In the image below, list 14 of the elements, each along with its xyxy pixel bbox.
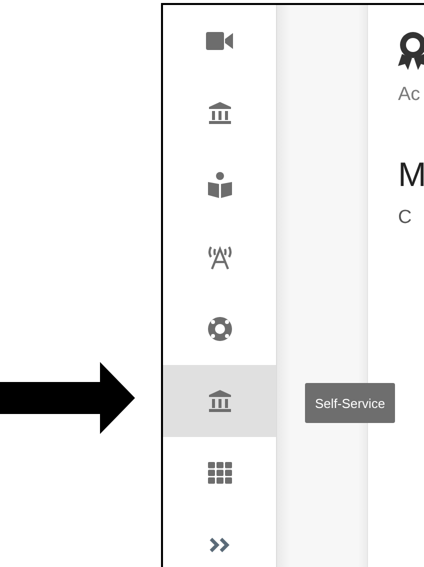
award-ribbon-icon (398, 32, 424, 70)
sidebar-item[interactable] (163, 365, 276, 437)
video-camera-icon (206, 31, 234, 51)
subtitle: Ac (398, 84, 420, 106)
heading: M (398, 156, 424, 195)
bank-icon (208, 390, 230, 412)
person-reading-icon (208, 172, 232, 198)
double-chevron-icon (208, 537, 230, 553)
lifebuoy-icon (208, 317, 232, 341)
antenna-icon (206, 244, 234, 270)
subheading: C (398, 207, 412, 229)
grid-icon (208, 462, 232, 484)
bank-icon (208, 102, 230, 124)
tooltip: Self-Service (305, 383, 396, 423)
